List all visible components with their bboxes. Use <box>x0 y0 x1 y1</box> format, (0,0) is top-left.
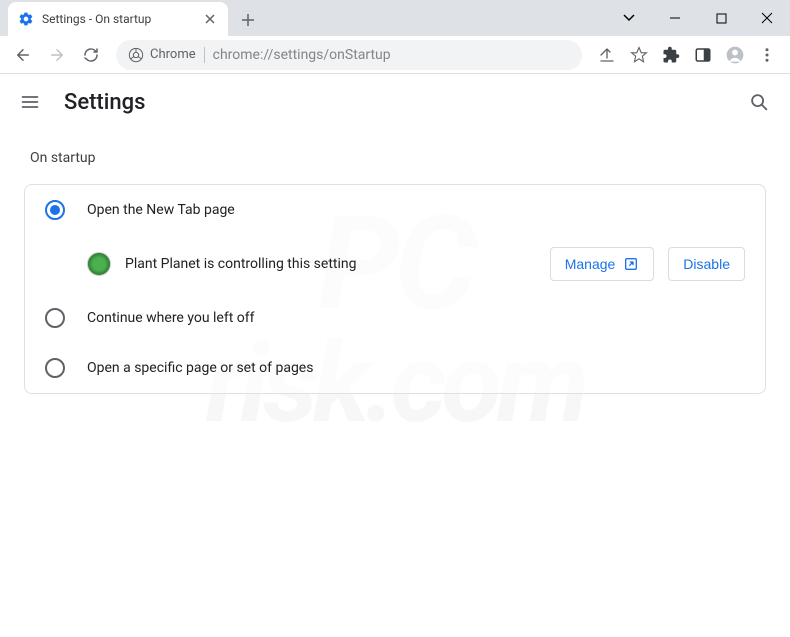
radio-icon <box>45 358 65 378</box>
external-link-icon <box>623 256 639 272</box>
disable-button-label: Disable <box>683 256 730 272</box>
kebab-menu-icon[interactable] <box>752 40 782 70</box>
page-title: Settings <box>64 90 145 115</box>
omnibox-url: chrome://settings/onStartup <box>213 47 570 63</box>
titlebar: Settings - On startup <box>0 0 790 36</box>
extensions-icon[interactable] <box>656 40 686 70</box>
extension-notice-text: Plant Planet is controlling this setting <box>125 256 536 272</box>
radio-option-continue[interactable]: Continue where you left off <box>25 293 765 343</box>
window-controls <box>606 0 790 36</box>
settings-content: On startup Open the New Tab page Plant P… <box>0 130 790 414</box>
minimize-icon[interactable] <box>652 0 698 36</box>
back-button[interactable] <box>8 40 38 70</box>
share-icon[interactable] <box>592 40 622 70</box>
close-tab-icon[interactable] <box>202 11 218 27</box>
address-bar[interactable]: Chrome chrome://settings/onStartup <box>116 40 582 70</box>
search-icon[interactable] <box>748 91 770 113</box>
manage-button[interactable]: Manage <box>550 247 655 281</box>
settings-gear-icon <box>18 11 34 27</box>
omnibox-chip-label: Chrome <box>150 47 196 62</box>
settings-card: Open the New Tab page Plant Planet is co… <box>24 184 766 394</box>
radio-option-specific-pages[interactable]: Open a specific page or set of pages <box>25 343 765 393</box>
radio-label: Open a specific page or set of pages <box>87 360 313 376</box>
omnibox-divider <box>204 47 205 63</box>
radio-label: Open the New Tab page <box>87 202 235 218</box>
manage-button-label: Manage <box>565 256 616 272</box>
section-title: On startup <box>30 150 766 166</box>
reload-button[interactable] <box>76 40 106 70</box>
extension-icon <box>87 252 111 276</box>
bookmark-icon[interactable] <box>624 40 654 70</box>
extension-notice-row: Plant Planet is controlling this setting… <box>25 235 765 293</box>
close-window-icon[interactable] <box>744 0 790 36</box>
radio-icon <box>45 200 65 220</box>
radio-label: Continue where you left off <box>87 310 255 326</box>
chrome-icon <box>128 47 144 63</box>
browser-tab[interactable]: Settings - On startup <box>8 2 228 36</box>
radio-option-new-tab[interactable]: Open the New Tab page <box>25 185 765 235</box>
tab-title: Settings - On startup <box>42 12 202 26</box>
toolbar: Chrome chrome://settings/onStartup <box>0 36 790 74</box>
new-tab-button[interactable] <box>234 6 262 34</box>
radio-icon <box>45 308 65 328</box>
tab-search-icon[interactable] <box>606 0 652 36</box>
menu-icon[interactable] <box>20 92 44 112</box>
site-info-chip[interactable]: Chrome <box>128 47 196 63</box>
disable-button[interactable]: Disable <box>668 247 745 281</box>
forward-button[interactable] <box>42 40 72 70</box>
maximize-icon[interactable] <box>698 0 744 36</box>
settings-header: Settings <box>0 74 790 130</box>
sidepanel-icon[interactable] <box>688 40 718 70</box>
profile-icon[interactable] <box>720 40 750 70</box>
